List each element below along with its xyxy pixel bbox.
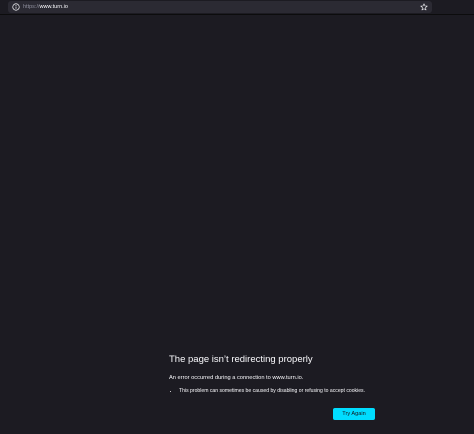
- url-host: www.turn.io: [39, 4, 68, 10]
- address-bar[interactable]: https://www.turn.io: [8, 1, 432, 13]
- error-description: An error occurred during a connection to…: [169, 375, 304, 381]
- url-scheme: https://: [23, 4, 40, 10]
- browser-window: https://www.turn.io The page isn’t redir…: [0, 0, 474, 434]
- error-title: The page isn’t redirecting properly: [169, 354, 313, 365]
- error-details-list: This problem can sometimes be caused by …: [169, 387, 379, 395]
- try-again-button[interactable]: Try Again: [333, 408, 375, 420]
- info-circle-icon[interactable]: [12, 3, 20, 11]
- error-container: The page isn’t redirecting properly An e…: [169, 354, 379, 420]
- star-icon[interactable]: [420, 3, 428, 11]
- browser-toolbar: https://www.turn.io: [0, 0, 474, 14]
- page-content: The page isn’t redirecting properly An e…: [0, 15, 474, 434]
- error-detail-item: This problem can sometimes be caused by …: [179, 387, 379, 395]
- url-text[interactable]: https://www.turn.io: [23, 1, 68, 13]
